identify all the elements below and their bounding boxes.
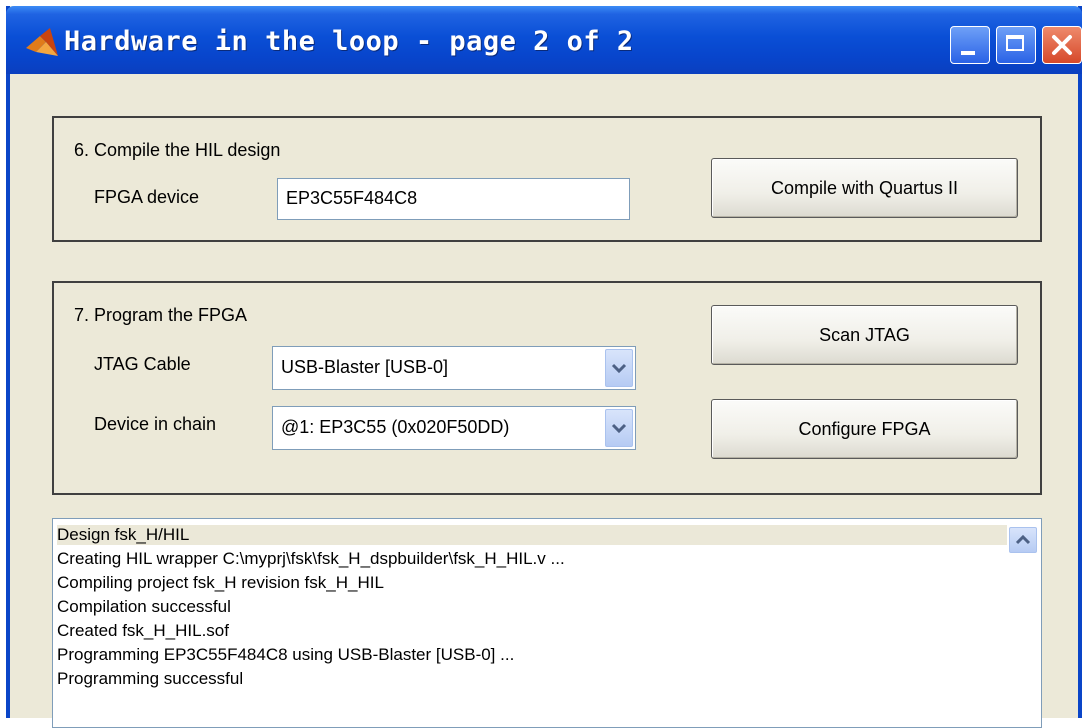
log-line[interactable]: Design fsk_H/HIL <box>57 525 1007 545</box>
scroll-up-button[interactable] <box>1009 527 1037 553</box>
scan-jtag-button[interactable]: Scan JTAG <box>711 305 1018 365</box>
jtag-cable-value: USB-Blaster [USB-0] <box>281 357 449 377</box>
jtag-cable-label: JTAG Cable <box>94 354 191 374</box>
log-line[interactable]: Created fsk_H_HIL.sof <box>57 621 229 641</box>
fpga-device-label: FPGA device <box>94 187 200 207</box>
maximize-button[interactable] <box>996 26 1036 64</box>
window-title: Hardware in the loop - page 2 of 2 <box>64 26 634 57</box>
log-line[interactable]: Creating HIL wrapper C:\myprj\fsk\fsk_H_… <box>57 549 565 569</box>
chevron-up-icon <box>1015 534 1031 545</box>
minimize-button[interactable] <box>950 26 990 64</box>
chevron-down-icon[interactable] <box>605 409 633 447</box>
title-bar[interactable]: Hardware in the loop - page 2 of 2 <box>6 6 1082 74</box>
compile-heading: 6. Compile the HIL design <box>74 140 281 160</box>
compile-quartus-button[interactable]: Compile with Quartus II <box>711 158 1018 218</box>
device-in-chain-label: Device in chain <box>94 414 217 434</box>
jtag-cable-select[interactable]: USB-Blaster [USB-0] <box>272 346 636 390</box>
configure-fpga-button[interactable]: Configure FPGA <box>711 399 1018 459</box>
program-heading: 7. Program the FPGA <box>74 305 248 325</box>
log-line[interactable]: Programming successful <box>57 669 243 689</box>
close-button[interactable] <box>1042 26 1082 64</box>
chevron-down-icon[interactable] <box>605 349 633 387</box>
close-icon <box>1052 35 1072 55</box>
device-in-chain-select[interactable]: @1: EP3C55 (0x020F50DD) <box>272 406 636 450</box>
log-line[interactable]: Compilation successful <box>57 597 231 617</box>
log-line[interactable]: Compiling project fsk_H revision fsk_H_H… <box>57 573 384 593</box>
log-listbox[interactable]: Design fsk_H/HIL Creating HIL wrapper C:… <box>52 518 1042 728</box>
device-in-chain-value: @1: EP3C55 (0x020F50DD) <box>281 417 510 437</box>
matlab-logo-icon <box>26 28 58 56</box>
log-line[interactable]: Programming EP3C55F484C8 using USB-Blast… <box>57 645 514 665</box>
fpga-device-field[interactable]: EP3C55F484C8 <box>277 178 630 220</box>
